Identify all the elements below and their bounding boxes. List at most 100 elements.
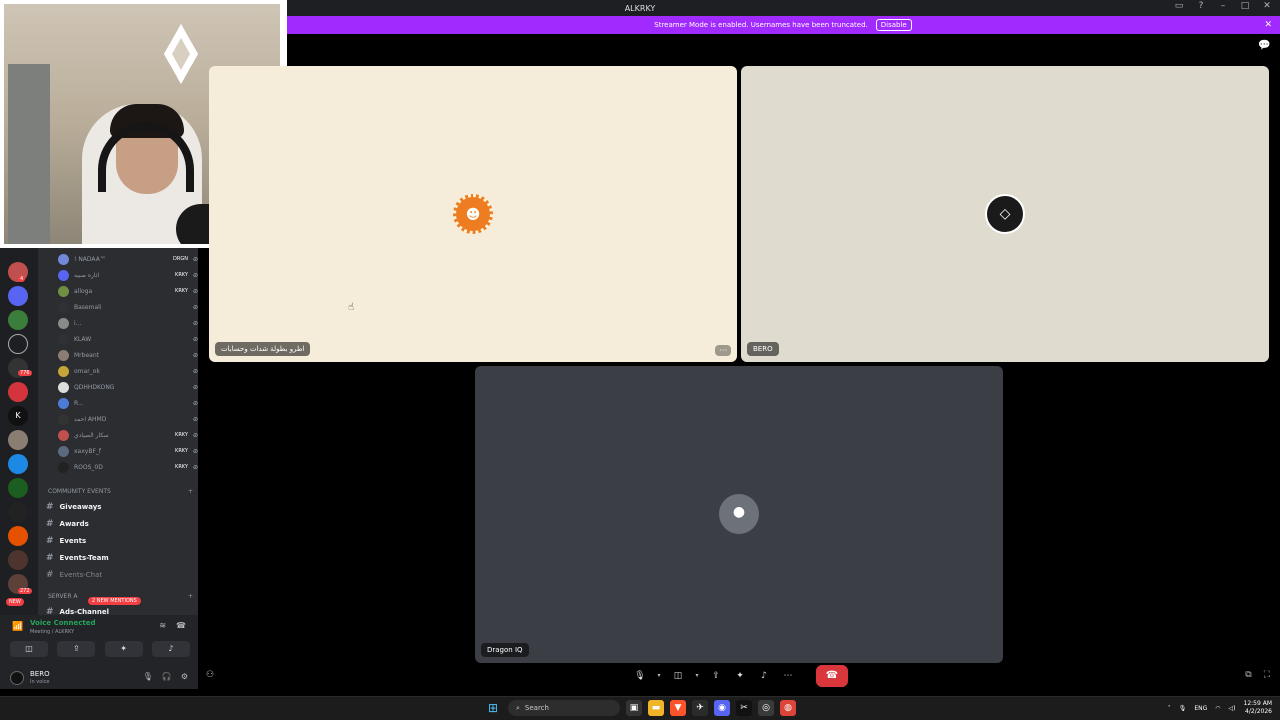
voice-member[interactable]: Mrbeant ⊘ — [58, 348, 198, 362]
activities-icon[interactable]: ✦ — [730, 667, 750, 685]
add-channel-icon[interactable]: + — [188, 593, 193, 600]
file-explorer-icon[interactable]: ▬ — [648, 700, 664, 716]
participant-tile[interactable]: ◇ BERO — [741, 66, 1269, 362]
more-icon[interactable]: ··· — [715, 345, 731, 356]
voice-member[interactable]: xaxyBF_f KRKY ⊘ — [58, 444, 198, 458]
avatar[interactable] — [10, 671, 24, 685]
server-icon[interactable] — [8, 454, 28, 474]
maximize-button[interactable]: □ — [1238, 1, 1252, 11]
obs-icon[interactable]: ◎ — [758, 700, 774, 716]
chevron-down-icon[interactable]: ▾ — [692, 667, 702, 685]
voice-channel-name[interactable]: Meeting / ALKRKY — [30, 629, 74, 635]
voice-member-name: احمد AHMD — [74, 415, 107, 423]
new-mentions-badge[interactable]: 2 NEW MENTIONS — [88, 597, 141, 605]
screenshare-icon[interactable]: ⇪ — [706, 667, 726, 685]
category-header[interactable]: COMMUNITY EVENTS + — [48, 488, 193, 495]
voice-member[interactable]: alloga KRKY ⊘ — [58, 284, 198, 298]
soundboard-icon[interactable]: ♪ — [754, 667, 774, 685]
close-banner-icon[interactable]: ✕ — [1264, 20, 1272, 30]
mic-icon[interactable]: 🎙 — [630, 667, 650, 685]
participant-avatar: ☻ — [453, 194, 493, 234]
server-icon[interactable] — [8, 382, 28, 402]
participant-tile[interactable]: ● Dragon IQ — [475, 366, 1003, 663]
muted-icon: ⊘ — [192, 335, 198, 343]
text-channel[interactable]: # Events-Team — [46, 550, 196, 566]
help-icon[interactable]: ? — [1194, 1, 1208, 11]
server-icon[interactable] — [8, 310, 28, 330]
camera-icon[interactable]: ◫ — [668, 667, 688, 685]
voice-member[interactable]: QDHHDKONG ⊘ — [58, 380, 198, 394]
disable-streamer-mode-button[interactable]: Disable — [875, 19, 912, 31]
clock[interactable]: 12:59 AM 4/2/2026 — [1244, 700, 1272, 716]
voice-member[interactable]: KLAW ⊘ — [58, 332, 198, 346]
popout-icon[interactable]: ⧉ — [1245, 670, 1251, 680]
voice-status[interactable]: Voice Connected — [30, 619, 96, 627]
arrow-app-icon[interactable]: ✈ — [692, 700, 708, 716]
search-placeholder: Search — [524, 704, 549, 712]
server-icon[interactable] — [8, 526, 28, 546]
chevron-down-icon[interactable]: ▾ — [654, 667, 664, 685]
task-view-icon[interactable]: ▣ — [626, 700, 642, 716]
search-input[interactable]: ⌕ Search — [508, 700, 620, 716]
noise-suppression-icon[interactable]: ≋ — [159, 621, 166, 630]
capcut-icon[interactable]: ✂ — [736, 700, 752, 716]
server-icon[interactable] — [8, 286, 28, 306]
text-channel[interactable]: # Events — [46, 533, 196, 549]
minimize-button[interactable]: – — [1216, 1, 1230, 11]
inbox-icon[interactable]: ▭ — [1172, 1, 1186, 11]
server-icon[interactable] — [8, 478, 28, 498]
discord-icon[interactable]: ◉ — [714, 700, 730, 716]
chevron-up-icon[interactable]: ˄ — [1168, 705, 1171, 712]
voice-member[interactable]: احمد AHMD ⊘ — [58, 412, 198, 426]
text-channel[interactable]: # Events-Chat — [46, 567, 196, 583]
voice-member[interactable]: اثاره صبيه KRKY ⊘ — [58, 268, 198, 282]
server-icon[interactable] — [8, 550, 28, 570]
voice-member[interactable]: R... ⊘ — [58, 396, 198, 410]
voice-member-name: سكار الصيادي — [74, 431, 109, 439]
chat-icon[interactable]: 💬 — [1258, 40, 1270, 52]
mic-tray-icon[interactable]: 🎙 — [1179, 705, 1187, 712]
server-icon[interactable] — [8, 430, 28, 450]
gear-icon[interactable]: ⚙ — [181, 672, 188, 681]
hangup-button[interactable]: ☎ — [816, 665, 848, 687]
disconnect-icon[interactable]: ☎ — [176, 621, 186, 630]
participant-tile[interactable]: ☻ اطرو بطولة شدات وحسابات ··· — [209, 66, 737, 362]
soundboard-button[interactable]: ♪ — [151, 641, 190, 657]
text-channel[interactable]: # Giveaways — [46, 499, 196, 515]
user-name[interactable]: BERO — [30, 670, 50, 678]
mic-icon[interactable]: 🎙 — [143, 672, 153, 681]
voice-member[interactable]: ROOS_0D KRKY ⊘ — [58, 460, 198, 474]
voice-member[interactable]: ! NADAA™ DRGN ⊘ — [58, 252, 198, 266]
add-channel-icon[interactable]: + — [188, 488, 193, 495]
voice-member[interactable]: Basemali ⊘ — [58, 300, 198, 314]
camera-toggle-button[interactable]: ◫ — [10, 641, 48, 657]
call-controls: 🎙 ▾ ◫ ▾ ⇪ ✦ ♪ ⋯ ☎ — [630, 665, 848, 687]
avatar — [58, 397, 69, 409]
fullscreen-icon[interactable]: ⛶ — [1264, 670, 1270, 680]
server-icon[interactable]: K — [8, 406, 28, 426]
brave-browser-icon[interactable]: ▼ — [670, 700, 686, 716]
activities-button[interactable]: ✦ — [104, 641, 143, 657]
headphones-icon[interactable]: 🎧 — [162, 672, 172, 681]
voice-member[interactable]: سكار الصيادي KRKY ⊘ — [58, 428, 198, 442]
server-icon[interactable] — [8, 334, 28, 354]
close-window-button[interactable]: ✕ — [1260, 1, 1274, 11]
avatar — [58, 253, 69, 265]
invite-icon[interactable]: ⚇ — [206, 670, 214, 680]
voice-member[interactable]: omar_ok ⊘ — [58, 364, 198, 378]
volume-icon[interactable]: ◁) — [1229, 705, 1236, 712]
system-tray: ˄ 🎙 ENG ◠ ◁) 12:59 AM 4/2/2026 — [1168, 700, 1272, 716]
server-icon[interactable] — [8, 502, 28, 522]
muted-icon: ⊘ — [192, 463, 198, 471]
screenshare-button[interactable]: ⇪ — [57, 641, 96, 657]
start-icon[interactable]: ⊞ — [488, 701, 502, 715]
server-badge: 776 — [18, 370, 32, 376]
signal-icon[interactable]: 📶 — [12, 622, 23, 632]
muted-icon: ⊘ — [192, 271, 198, 279]
wifi-icon[interactable]: ◠ — [1215, 705, 1220, 712]
more-icon[interactable]: ⋯ — [778, 667, 798, 685]
text-channel[interactable]: # Awards — [46, 516, 196, 532]
lang-indicator[interactable]: ENG — [1194, 705, 1207, 712]
chrome-icon[interactable]: ◍ — [780, 700, 796, 716]
voice-member[interactable]: i... ⊘ — [58, 316, 198, 330]
